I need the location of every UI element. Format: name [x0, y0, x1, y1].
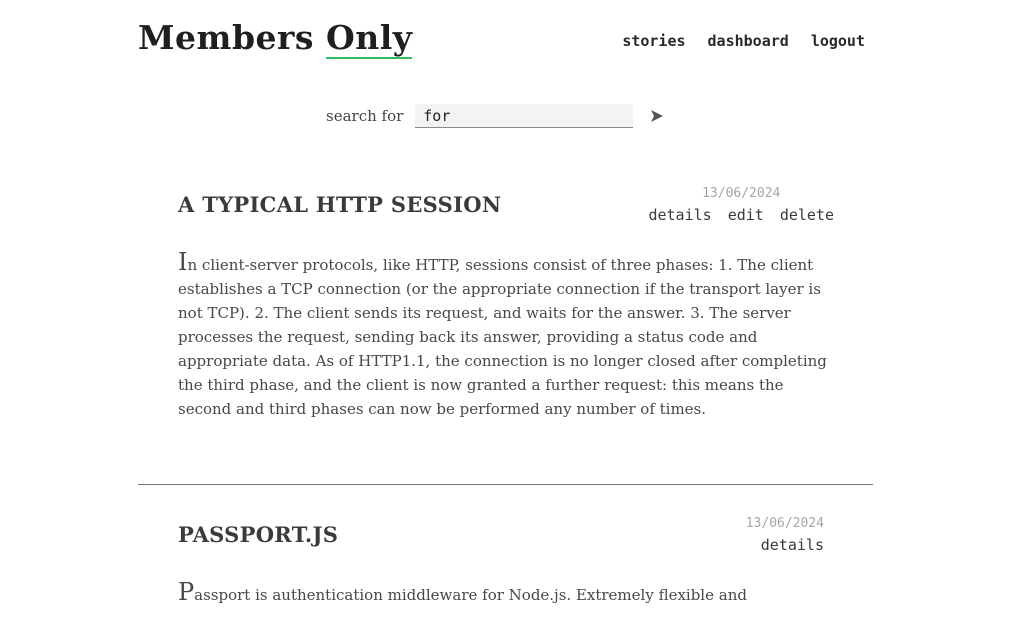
- story-title[interactable]: PASSPORT.JS: [178, 522, 338, 547]
- story-meta: 13/06/2024 details edit delete: [648, 186, 834, 224]
- search-input[interactable]: [415, 104, 634, 128]
- story-actions: details: [746, 536, 824, 554]
- edit-link[interactable]: edit: [728, 206, 764, 224]
- story-date: 13/06/2024: [702, 186, 781, 201]
- delete-link[interactable]: delete: [780, 206, 834, 224]
- story-body: Passport is authentication middleware fo…: [178, 578, 747, 606]
- search-label: search for: [326, 107, 404, 125]
- nav-stories-link[interactable]: stories: [622, 32, 685, 50]
- page: Members Only stories dashboard logout se…: [0, 0, 1012, 617]
- details-link[interactable]: details: [761, 536, 824, 554]
- story-actions: details edit delete: [648, 206, 834, 224]
- details-link[interactable]: details: [648, 206, 711, 224]
- site-logo[interactable]: Members Only: [138, 18, 413, 59]
- nav-dashboard-link[interactable]: dashboard: [708, 32, 789, 50]
- story-body: In client-server protocols, like HTTP, s…: [178, 248, 827, 418]
- story-date: 13/06/2024: [745, 516, 824, 531]
- story-title[interactable]: A TYPICAL HTTP SESSION: [178, 192, 501, 217]
- site-header: Members Only stories dashboard logout: [138, 14, 873, 70]
- arrow-right-icon[interactable]: [649, 108, 665, 124]
- search-form: search for: [326, 102, 665, 130]
- story-meta: 13/06/2024 details: [746, 516, 824, 554]
- brand-main-text: Members: [138, 18, 314, 57]
- story-divider: [138, 484, 873, 485]
- nav-logout-link[interactable]: logout: [811, 32, 865, 50]
- brand-accent-text: Only: [325, 18, 413, 59]
- main-nav: stories dashboard logout: [622, 32, 865, 50]
